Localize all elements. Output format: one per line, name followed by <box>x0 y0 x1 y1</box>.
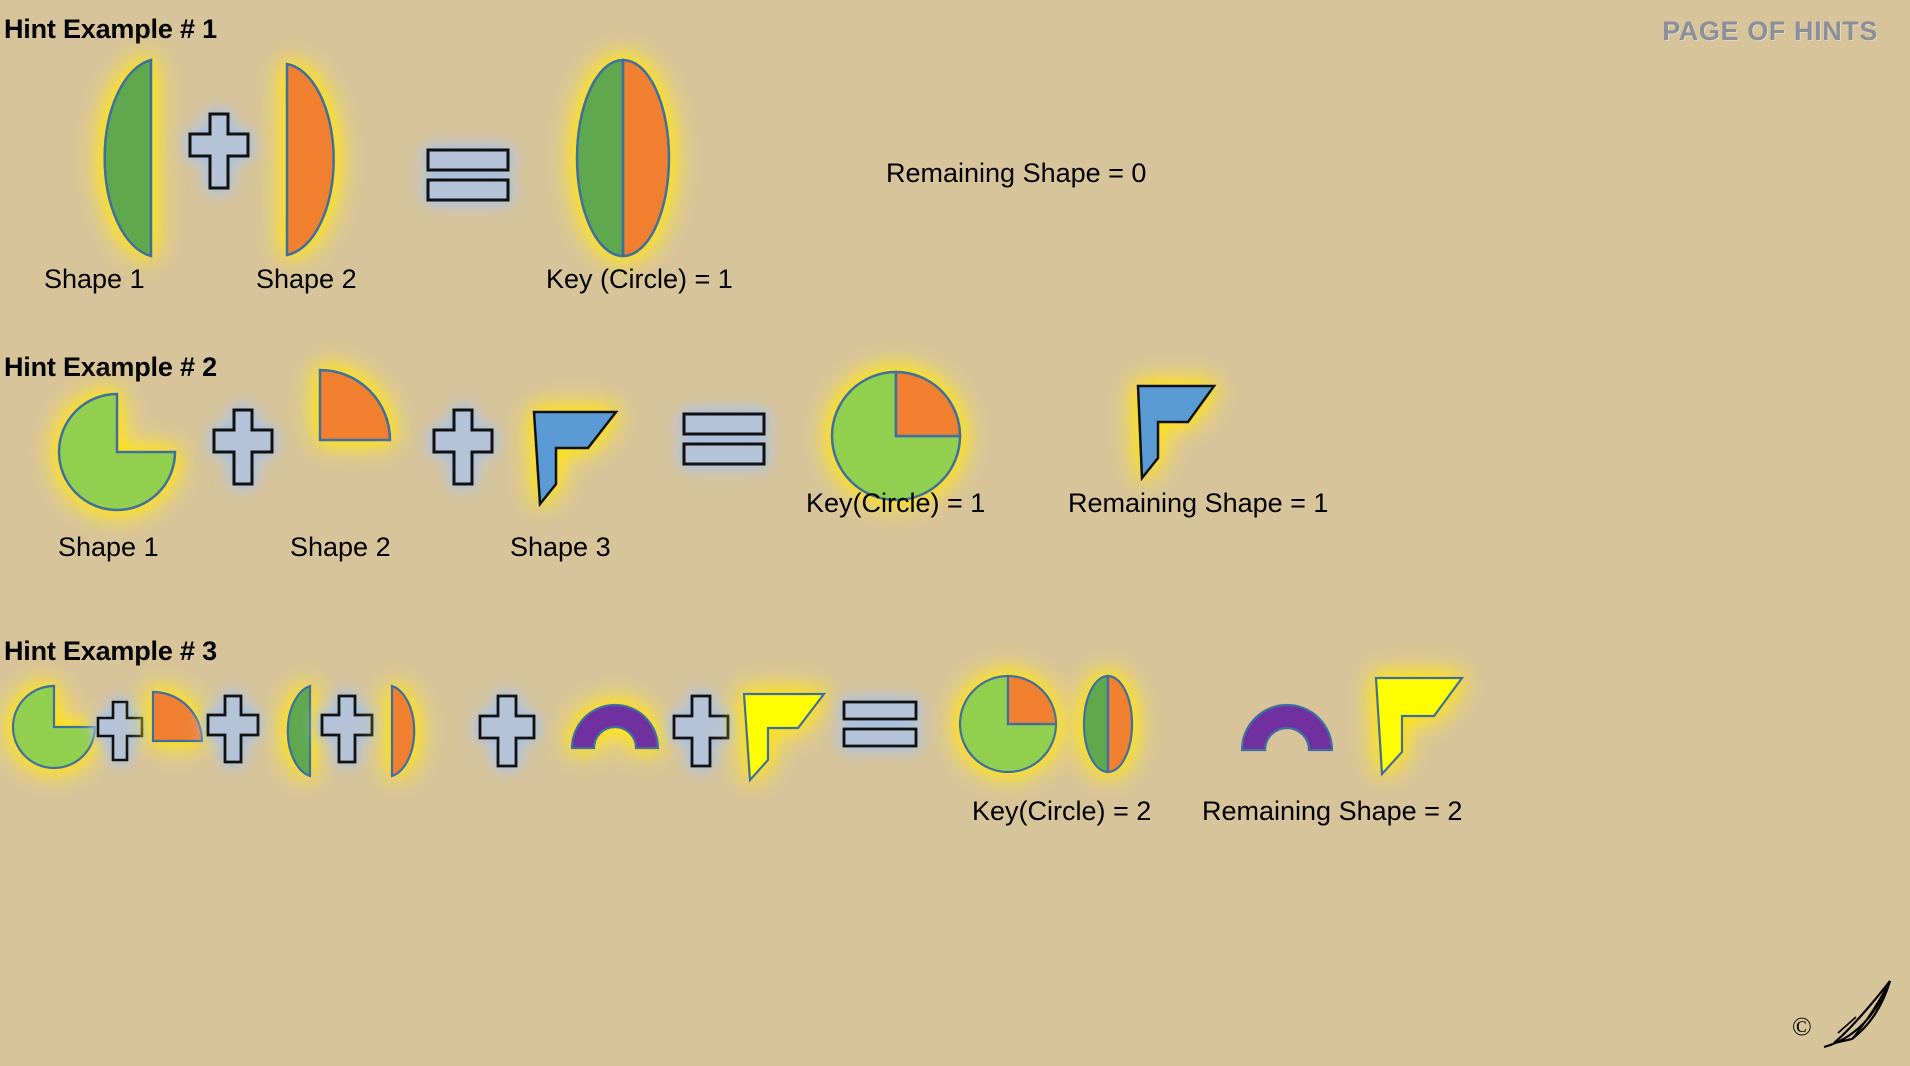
shape-arch-purple-ex3[interactable] <box>570 700 660 750</box>
plus-operator-icon <box>478 694 536 768</box>
plus-operator-icon <box>320 694 374 764</box>
shape-circle-light-green-orange-quarter-ex3[interactable] <box>958 674 1058 774</box>
key-circle-label-ex2: Key(Circle) = 1 <box>806 488 986 518</box>
shape-flag-polygon-blue-ex2[interactable] <box>530 408 620 508</box>
copyright-pen-logo: © <box>1790 973 1900 1058</box>
shape-full-circle-green-orange-ex3[interactable] <box>1060 674 1156 774</box>
shape-2-label-ex2: Shape 2 <box>290 532 391 562</box>
hints-page-canvas: PAGE OF HINTS Hint Example # 1 Shape 1 S… <box>0 0 1910 1066</box>
equals-operator-icon <box>842 700 918 750</box>
shape-3-label-ex2: Shape 3 <box>510 532 611 562</box>
remaining-shape-label-ex1: Remaining Shape = 0 <box>886 158 1147 188</box>
plus-operator-icon <box>206 694 260 764</box>
remaining-shape-label-ex3: Remaining Shape = 2 <box>1202 796 1463 826</box>
shape-1-label-ex2: Shape 1 <box>58 532 159 562</box>
remaining-shape-flag-polygon-yellow-ex3[interactable] <box>1372 674 1468 777</box>
plus-operator-icon <box>212 408 274 486</box>
shape-full-circle-green-orange-ex1[interactable] <box>530 58 716 258</box>
remaining-shape-label-ex2: Remaining Shape = 1 <box>1068 488 1329 518</box>
plus-operator-icon <box>188 112 250 190</box>
shape-flag-polygon-yellow-ex3[interactable] <box>740 690 830 783</box>
shape-half-circle-orange-right[interactable] <box>284 62 384 257</box>
plus-operator-icon <box>432 408 494 486</box>
svg-text:©: © <box>1792 1012 1812 1041</box>
key-circle-label-ex1: Key (Circle) = 1 <box>546 264 733 294</box>
equals-operator-icon <box>682 412 766 468</box>
shape-quarter-circle-orange-ex3[interactable] <box>150 690 204 744</box>
shape-three-quarter-circle-light-green-ex2[interactable] <box>54 392 182 512</box>
page-title: PAGE OF HINTS <box>1662 16 1878 46</box>
remaining-shape-arch-purple-ex3[interactable] <box>1240 700 1334 752</box>
hint-example-2-title: Hint Example # 2 <box>4 352 217 382</box>
shape-2-label-ex1: Shape 2 <box>256 264 357 294</box>
remaining-shape-flag-polygon-blue-ex2[interactable] <box>1134 382 1218 482</box>
hint-example-1-title: Hint Example # 1 <box>4 14 217 44</box>
shape-three-quarter-circle-light-green-ex3[interactable] <box>10 684 100 772</box>
shape-half-circle-green-left-ex3[interactable] <box>258 684 314 778</box>
equals-operator-icon <box>426 148 510 204</box>
plus-operator-icon <box>96 700 144 762</box>
shape-half-circle-orange-right-ex3[interactable] <box>388 684 444 778</box>
plus-operator-icon <box>672 694 730 768</box>
shape-half-circle-green-left[interactable] <box>46 58 156 258</box>
shape-1-label-ex1: Shape 1 <box>44 264 145 294</box>
shape-circle-light-green-orange-quarter-ex2[interactable] <box>830 370 962 502</box>
shape-quarter-circle-orange-ex2[interactable] <box>316 368 392 444</box>
hint-example-3-title: Hint Example # 3 <box>4 636 217 666</box>
key-circle-label-ex3: Key(Circle) = 2 <box>972 796 1152 826</box>
